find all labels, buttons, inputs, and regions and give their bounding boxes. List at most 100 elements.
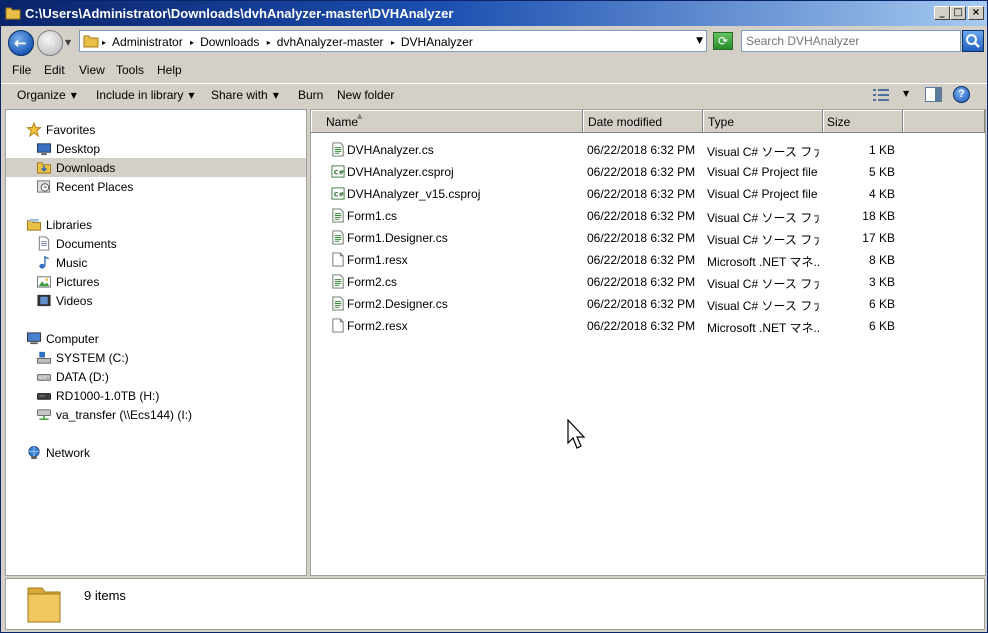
file-size: 3 KB: [868, 275, 895, 289]
minimize-button[interactable]: _: [934, 6, 950, 20]
view-details-icon[interactable]: [873, 88, 889, 102]
search-box[interactable]: [741, 30, 961, 52]
network-drive-icon: [36, 409, 52, 420]
share-with-button[interactable]: Share with ▼: [211, 88, 279, 102]
menu-help[interactable]: Help: [157, 63, 182, 77]
crumb-dvhanalyzer-master[interactable]: dvhAnalyzer-master: [277, 35, 384, 49]
file-name: DVHAnalyzer.cs: [347, 143, 434, 157]
window-title: C:\Users\Administrator\Downloads\dvhAnal…: [25, 6, 454, 21]
file-name: DVHAnalyzer.csproj: [347, 165, 454, 179]
nav-documents[interactable]: Documents: [6, 234, 306, 253]
file-list-pane[interactable]: Name ▲ Date modified Type Size DVHAnalyz…: [310, 109, 986, 576]
include-in-library-label: Include in library: [96, 88, 184, 102]
chevron-right-icon[interactable]: ▸: [190, 38, 194, 47]
nav-libraries[interactable]: Libraries: [6, 215, 306, 234]
chevron-down-icon: ▼: [70, 91, 77, 100]
nav-computer[interactable]: Computer: [6, 329, 306, 348]
search-input[interactable]: [746, 34, 956, 48]
file-row[interactable]: Form2.Designer.cs 06/22/2018 6:32 PM Visua…: [311, 293, 985, 315]
desktop-icon: [36, 143, 52, 156]
address-dropdown[interactable]: ▼: [696, 36, 703, 46]
file-name: Form2.resx: [347, 319, 408, 333]
close-button[interactable]: ×: [968, 6, 984, 20]
file-row[interactable]: DVHAnalyzer.cs 06/22/2018 6:32 PM Visual C…: [311, 139, 985, 161]
nav-music[interactable]: Music: [6, 253, 306, 272]
new-folder-button[interactable]: New folder: [337, 88, 394, 102]
file-date: 06/22/2018 6:32 PM: [587, 187, 696, 201]
navigation-pane[interactable]: Favorites Desktop Downloads Recent Place…: [5, 109, 307, 576]
nav-drive-c[interactable]: SYSTEM (C:): [6, 348, 306, 367]
mouse-cursor-icon: [567, 419, 586, 449]
item-count: 9 items: [84, 588, 126, 603]
csharp-source-file-icon: [332, 296, 344, 311]
nav-desktop[interactable]: Desktop: [6, 139, 306, 158]
include-in-library-button[interactable]: Include in library ▼: [96, 88, 195, 102]
file-row[interactable]: Form1.resx 06/22/2018 6:32 PM Microsoft .N…: [311, 249, 985, 271]
chevron-right-icon[interactable]: ▸: [267, 38, 271, 47]
nav-network[interactable]: Network: [6, 443, 306, 462]
column-date-label: Date modified: [588, 115, 663, 129]
back-button[interactable]: ←: [8, 30, 34, 56]
file-size: 4 KB: [868, 187, 895, 201]
help-icon[interactable]: ?: [953, 86, 970, 103]
organize-button[interactable]: Organize ▼: [17, 88, 77, 102]
preview-pane-icon[interactable]: [925, 87, 942, 102]
column-header-date-modified[interactable]: Date modified: [583, 110, 703, 133]
menu-edit[interactable]: Edit: [44, 63, 65, 77]
search-icon: [966, 34, 980, 48]
nav-downloads-label: Downloads: [56, 161, 116, 175]
recent-pages-dropdown[interactable]: ▼: [65, 38, 71, 47]
organize-label: Organize: [17, 88, 66, 102]
nav-videos[interactable]: Videos: [6, 291, 306, 310]
star-icon: [26, 122, 42, 137]
search-button[interactable]: [962, 30, 984, 52]
maximize-button[interactable]: □: [950, 6, 966, 20]
nav-favorites-label: Favorites: [46, 123, 96, 137]
forward-button[interactable]: →: [37, 30, 63, 56]
column-header-type[interactable]: Type: [703, 110, 823, 133]
menu-tools[interactable]: Tools: [116, 63, 144, 77]
network-icon: [28, 445, 40, 460]
crumb-downloads[interactable]: Downloads: [200, 35, 259, 49]
file-row[interactable]: Form1.Designer.cs 06/22/2018 6:32 PM Visua…: [311, 227, 985, 249]
file-row[interactable]: Form1.cs 06/22/2018 6:32 PM Visual C# ソース …: [311, 205, 985, 227]
file-date: 06/22/2018 6:32 PM: [587, 253, 696, 267]
chevron-right-icon[interactable]: ▸: [391, 38, 395, 47]
resource-file-icon: [332, 252, 344, 267]
column-header-name[interactable]: Name ▲: [311, 110, 583, 133]
nav-recent-places[interactable]: Recent Places: [6, 177, 306, 196]
burn-button[interactable]: Burn: [298, 88, 323, 102]
crumb-dvhanalyzer[interactable]: DVHAnalyzer: [401, 35, 473, 49]
csharp-project-file-icon: C#: [331, 187, 345, 200]
title-bar[interactable]: C:\Users\Administrator\Downloads\dvhAnal…: [1, 1, 987, 26]
command-bar: Organize ▼ Include in library ▼ Share with…: [1, 83, 987, 108]
file-size: 17 KB: [862, 231, 895, 245]
nav-drive-i[interactable]: va_transfer (\\Ecs144) (I:): [6, 405, 306, 424]
file-date: 06/22/2018 6:32 PM: [587, 275, 696, 289]
crumb-administrator[interactable]: Administrator: [112, 35, 183, 49]
forward-arrow-icon: →: [43, 34, 56, 52]
svg-text:C#: C#: [334, 168, 345, 176]
nav-pictures[interactable]: Pictures: [6, 272, 306, 291]
view-options-dropdown[interactable]: ▼: [903, 89, 909, 98]
nav-drive-h[interactable]: RD1000-1.0TB (H:): [6, 386, 306, 405]
nav-favorites[interactable]: Favorites: [6, 120, 306, 139]
refresh-button[interactable]: ⟳: [713, 32, 733, 50]
file-size: 6 KB: [868, 297, 895, 311]
file-row[interactable]: C# DVHAnalyzer.csproj 06/22/2018 6:32 PM Vi…: [311, 161, 985, 183]
menu-view[interactable]: View: [79, 63, 105, 77]
chevron-right-icon[interactable]: ▸: [102, 38, 106, 47]
address-box[interactable]: ▸ Administrator ▸ Downloads ▸ dvhAnalyzer-m…: [79, 30, 707, 52]
menu-file[interactable]: File: [12, 63, 31, 77]
nav-libraries-label: Libraries: [46, 218, 93, 232]
file-size: 8 KB: [868, 253, 895, 267]
file-row[interactable]: C# DVHAnalyzer_v15.csproj 06/22/2018 6:32 …: [311, 183, 985, 205]
nav-downloads[interactable]: Downloads: [6, 158, 306, 177]
folder-icon: [5, 7, 21, 20]
column-header-size[interactable]: Size: [823, 110, 903, 133]
file-type: Visual C# ソース ファ...: [707, 211, 819, 225]
file-row[interactable]: Form2.cs 06/22/2018 6:32 PM Visual C# ソース …: [311, 271, 985, 293]
file-name: Form2.cs: [347, 275, 398, 289]
nav-drive-d[interactable]: DATA (D:): [6, 367, 306, 386]
file-row[interactable]: Form2.resx 06/22/2018 6:32 PM Microsoft .N…: [311, 315, 985, 337]
